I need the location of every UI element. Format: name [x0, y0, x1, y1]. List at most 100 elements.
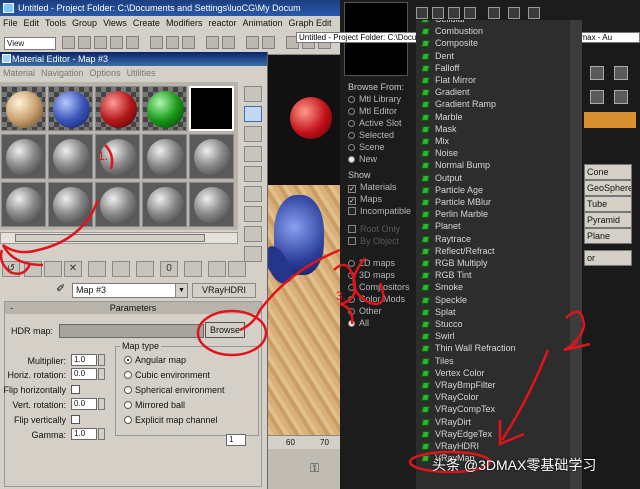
vert-rotation-spinner[interactable]	[98, 398, 105, 410]
percent-snap-icon[interactable]	[182, 36, 195, 49]
map-list-item[interactable]: Planet	[421, 221, 461, 231]
create-panel-icon[interactable]	[590, 66, 604, 80]
menu-modifiers[interactable]: Modifiers	[163, 18, 206, 28]
browse-scene[interactable]: Scene	[348, 142, 385, 152]
category-color-mods[interactable]: Color Mods	[348, 294, 405, 304]
map-list-item[interactable]: Tiles	[421, 356, 454, 366]
map-list-item[interactable]: VRayEdgeTex	[421, 429, 492, 439]
make-unique-icon[interactable]	[112, 261, 130, 277]
map-list-item[interactable]: VRayCompTex	[421, 404, 495, 414]
pyramid-button[interactable]: Pyramid	[584, 212, 632, 228]
show-by-object[interactable]: By Object	[348, 236, 399, 246]
parameters-rollout-header[interactable]: - Parameters	[5, 302, 261, 314]
map-list-item[interactable]: RGB Multiply	[421, 258, 488, 268]
color-field[interactable]: or	[584, 250, 632, 266]
view-dropdown[interactable]: View	[4, 37, 56, 50]
cone-button[interactable]: Cone	[584, 164, 632, 180]
menu-group[interactable]: Group	[69, 18, 100, 28]
map-list-item[interactable]: Composite	[421, 38, 478, 48]
category-all[interactable]: All	[348, 318, 369, 328]
video-color-check-icon[interactable]	[244, 166, 262, 182]
map-list-item[interactable]: Cellular	[421, 20, 466, 24]
menu-utilities[interactable]: Utilities	[124, 68, 159, 78]
angle-snap-icon[interactable]	[166, 36, 179, 49]
map-list-item[interactable]: Marble	[421, 112, 463, 122]
map-list-item[interactable]: VRayDirt	[421, 417, 471, 427]
map-list-item[interactable]: RGB Tint	[421, 270, 472, 280]
map-list-item[interactable]: Particle Age	[421, 185, 483, 195]
reset-map-icon[interactable]: ✕	[64, 261, 82, 277]
map-channel-input[interactable]: 1	[226, 434, 246, 446]
map-list-item[interactable]: VRayColor	[421, 392, 479, 402]
map-list-item[interactable]: Noise	[421, 148, 458, 158]
show-maps[interactable]: ✓ Maps	[348, 194, 382, 205]
curve-editor-icon[interactable]	[246, 36, 259, 49]
timeline-ruler[interactable]: 60 70	[268, 435, 340, 449]
menu-material[interactable]: Material	[0, 68, 38, 78]
browse-button[interactable]: Browse	[205, 322, 245, 338]
menu-file[interactable]: File	[0, 18, 21, 28]
map-list-item[interactable]: VRayBmpFilter	[421, 380, 496, 390]
geosphere-button[interactable]: GeoSphere	[584, 180, 632, 196]
flip-vertically-checkbox[interactable]	[71, 415, 80, 424]
category-2d-maps[interactable]: 2D maps	[348, 258, 395, 268]
gamma-spinner[interactable]	[98, 428, 105, 440]
map-list-item[interactable]: Speckle	[421, 295, 467, 305]
browse-mtl-editor[interactable]: Mtl Editor	[348, 106, 397, 116]
map-list-item[interactable]: Particle MBlur	[421, 197, 491, 207]
update-scene-icon[interactable]	[488, 7, 500, 19]
view-large-icons-icon[interactable]	[464, 7, 476, 19]
radio-cubic-environment[interactable]: Cubic environment	[124, 370, 210, 380]
flip-horizontally-checkbox[interactable]	[71, 385, 80, 394]
menu-views[interactable]: Views	[100, 18, 130, 28]
map-list-scrollbar[interactable]	[570, 20, 582, 489]
menu-options[interactable]: Options	[87, 68, 124, 78]
motion-panel-icon[interactable]	[614, 90, 628, 104]
scale-icon[interactable]	[126, 36, 139, 49]
sample-slot-9[interactable]	[142, 134, 187, 179]
chevron-down-icon[interactable]: ▼	[175, 284, 187, 297]
scrollbar-thumb[interactable]	[15, 234, 205, 242]
sample-slot-7[interactable]	[48, 134, 93, 179]
browse-selected[interactable]: Selected	[348, 130, 394, 140]
map-list-item[interactable]: Gradient Ramp	[421, 99, 496, 109]
vert-rotation-input[interactable]: 0.0	[71, 398, 97, 410]
sample-slot-11[interactable]	[1, 182, 46, 227]
show-end-result-icon[interactable]	[208, 261, 226, 277]
move-icon[interactable]	[94, 36, 107, 49]
select-icon[interactable]	[62, 36, 75, 49]
category-3d-maps[interactable]: 3D maps	[348, 270, 395, 280]
map-list-item[interactable]: Vertex Color	[421, 368, 485, 378]
horiz-rotation-spinner[interactable]	[98, 368, 105, 380]
multiplier-input[interactable]: 1.0	[71, 354, 97, 366]
put-to-library-icon[interactable]	[136, 261, 154, 277]
show-incompatible[interactable]: Incompatible	[348, 206, 411, 216]
hierarchy-panel-icon[interactable]	[590, 90, 604, 104]
material-effects-channel-icon[interactable]: 0	[160, 261, 178, 277]
slots-horizontal-scrollbar[interactable]	[0, 232, 238, 244]
background-icon[interactable]	[244, 126, 262, 142]
radio-explicit-map-channel[interactable]: Explicit map channel	[124, 415, 218, 425]
menu-edit[interactable]: Edit	[21, 18, 43, 28]
map-list-item[interactable]: Perlin Marble	[421, 209, 488, 219]
options-icon[interactable]	[244, 206, 262, 222]
map-list-item[interactable]: Output	[421, 173, 462, 183]
select-region-icon[interactable]	[78, 36, 91, 49]
map-type-list[interactable]: Cellular CombustionCompositeDentFalloff Fl…	[416, 20, 576, 489]
sample-slot-10[interactable]	[189, 134, 234, 179]
category-compositors[interactable]: Compositors	[348, 282, 410, 292]
map-list-item[interactable]: Splat	[421, 307, 456, 317]
map-list-item[interactable]: Thin Wall Refraction	[421, 343, 516, 353]
view-list-icons-icon[interactable]	[432, 7, 444, 19]
map-list-item[interactable]: VRayHDRI	[421, 441, 479, 451]
schematic-icon[interactable]	[262, 36, 275, 49]
category-other[interactable]: Other	[348, 306, 382, 316]
sample-slot-14[interactable]	[142, 182, 187, 227]
show-root-only[interactable]: Root Only	[348, 224, 400, 234]
make-preview-icon[interactable]	[244, 186, 262, 202]
menu-animation[interactable]: Animation	[239, 18, 285, 28]
map-list-item[interactable]: Raytrace	[421, 234, 471, 244]
menu-reactor[interactable]: reactor	[205, 18, 239, 28]
map-list-item[interactable]: Swirl	[421, 331, 455, 341]
sample-slot-2[interactable]	[48, 86, 93, 131]
